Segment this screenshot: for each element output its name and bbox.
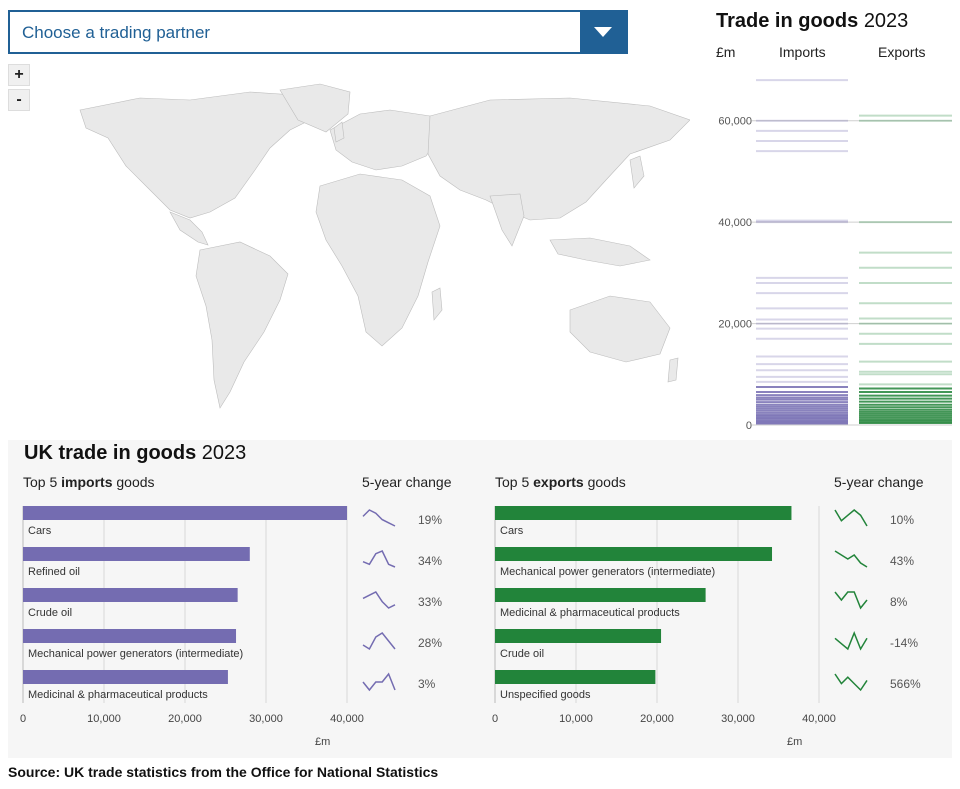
- map-southeast-asia: [549, 237, 651, 267]
- x-tick-label: 40,000: [330, 713, 364, 725]
- source-note: Source: UK trade statistics from the Off…: [8, 764, 439, 780]
- category-label: Cars: [28, 525, 52, 537]
- map-india: [489, 193, 525, 247]
- change-value: 10%: [890, 513, 914, 527]
- bar[interactable]: [23, 588, 238, 602]
- bar[interactable]: [495, 547, 773, 561]
- change-value: 566%: [890, 677, 921, 691]
- bar[interactable]: [495, 629, 662, 643]
- change-value: -14%: [890, 636, 918, 650]
- unit-label: £m: [716, 44, 736, 60]
- category-label: Medicinal & pharmaceutical products: [28, 689, 208, 701]
- exports-bar-chart: Cars 10% Mechanical power generators (inte…: [492, 506, 921, 748]
- change-value: 19%: [418, 513, 442, 527]
- exports-change-heading: 5-year change: [834, 474, 924, 490]
- y-tick-label: 40,000: [718, 217, 752, 229]
- dropdown-placeholder: Choose a trading partner: [22, 23, 211, 42]
- x-tick-label: 30,000: [249, 713, 283, 725]
- map-south-america: [195, 241, 289, 409]
- change-value: 33%: [418, 595, 442, 609]
- map-africa: [315, 173, 441, 347]
- sparkline: [362, 632, 396, 651]
- x-tick-label: 40,000: [802, 713, 836, 725]
- sparkline: [362, 509, 396, 527]
- bar[interactable]: [23, 629, 237, 643]
- x-axis-unit: £m: [315, 736, 330, 748]
- x-tick-label: 10,000: [559, 713, 593, 725]
- category-label: Cars: [500, 525, 524, 537]
- world-map[interactable]: [30, 70, 690, 430]
- y-tick-label: 0: [746, 420, 752, 432]
- map-japan: [629, 155, 645, 189]
- trade-in-goods-title: Trade in goods 2023: [716, 10, 909, 32]
- category-label: Unspecified goods: [500, 689, 591, 701]
- category-label: Mechanical power generators (intermediat…: [500, 566, 715, 578]
- bar[interactable]: [495, 588, 706, 602]
- category-label: Crude oil: [28, 607, 72, 619]
- category-label: Mechanical power generators (intermediat…: [28, 648, 243, 660]
- x-tick-label: 0: [492, 713, 498, 725]
- map-europe: [329, 109, 441, 171]
- map-madagascar: [431, 287, 443, 321]
- category-label: Medicinal & pharmaceutical products: [500, 607, 680, 619]
- map-uk: [333, 121, 345, 143]
- bar[interactable]: [495, 670, 656, 684]
- sparkline: [834, 630, 868, 651]
- x-tick-label: 10,000: [87, 713, 121, 725]
- uk-trade-title: UK trade in goods 2023: [24, 442, 247, 464]
- category-label: Refined oil: [28, 566, 80, 578]
- map-asia: [427, 97, 690, 221]
- top-imports-heading: Top 5 imports goods: [23, 474, 155, 490]
- change-value: 3%: [418, 677, 436, 691]
- sparkline: [362, 591, 396, 609]
- imports-bar-chart: Cars 19% Refined oil 34% Crude oil 33% Mechani…: [20, 506, 442, 748]
- change-value: 43%: [890, 554, 914, 568]
- sparkline: [362, 550, 396, 568]
- top-exports-heading: Top 5 exports goods: [495, 474, 626, 490]
- zoom-out-button[interactable]: -: [8, 89, 30, 111]
- bar[interactable]: [23, 506, 347, 520]
- map-australia: [569, 295, 671, 363]
- x-tick-label: 0: [20, 713, 26, 725]
- imports-column-label: Imports: [779, 44, 826, 60]
- change-value: 28%: [418, 636, 442, 650]
- y-tick-label: 20,000: [718, 319, 752, 331]
- sparkline: [834, 673, 868, 692]
- exports-column-label: Exports: [878, 44, 926, 60]
- change-value: 34%: [418, 554, 442, 568]
- x-tick-label: 20,000: [640, 713, 674, 725]
- sparkline: [834, 509, 868, 527]
- map-new-zealand: [667, 357, 679, 383]
- x-tick-label: 30,000: [721, 713, 755, 725]
- sparkline: [834, 591, 868, 610]
- imports-change-heading: 5-year change: [362, 474, 452, 490]
- dropdown-toggle-button[interactable]: [580, 12, 626, 52]
- chevron-down-icon: [594, 27, 612, 37]
- sparkline: [834, 550, 868, 568]
- trading-partner-dropdown[interactable]: Choose a trading partner: [8, 10, 628, 54]
- x-tick-label: 20,000: [168, 713, 202, 725]
- y-tick-label: 60,000: [718, 116, 752, 128]
- category-label: Crude oil: [500, 648, 544, 660]
- bar[interactable]: [23, 547, 250, 561]
- sparkline: [362, 672, 396, 692]
- x-axis-unit: £m: [787, 736, 802, 748]
- bar[interactable]: [495, 506, 792, 520]
- zoom-in-button[interactable]: +: [8, 64, 30, 86]
- change-value: 8%: [890, 595, 908, 609]
- trade-in-goods-chart: 0 20,000 40,000 60,000: [718, 79, 952, 432]
- bar[interactable]: [23, 670, 228, 684]
